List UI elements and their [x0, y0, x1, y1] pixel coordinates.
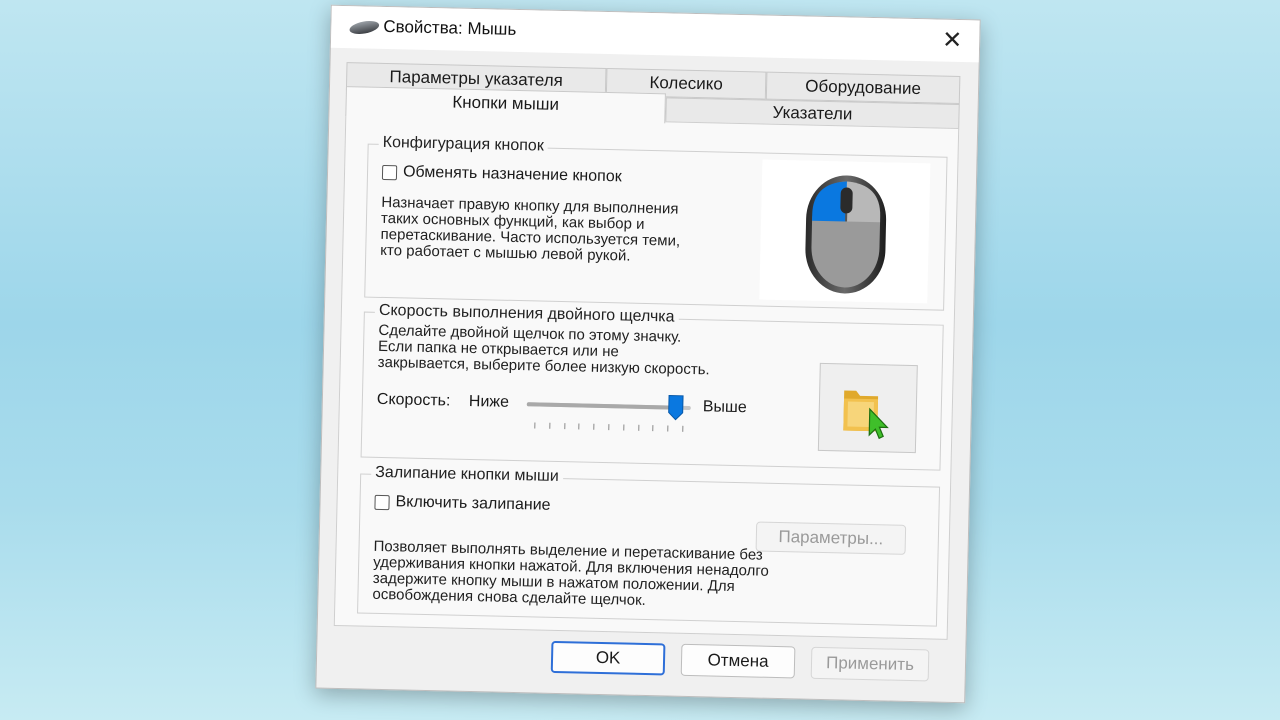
- slider-tick: [549, 422, 551, 429]
- checkbox-label: Включить залипание: [395, 493, 551, 514]
- folder-icon: [843, 390, 889, 440]
- tab-label: Колесико: [649, 72, 724, 94]
- mouse-properties-dialog: Свойства: Мышь ✕ Параметры указателя Кол…: [315, 4, 981, 704]
- mouse-icon: [805, 175, 887, 294]
- slider-tick: [563, 423, 566, 430]
- double-click-description: Сделайте двойной щелчок по этому значку.…: [378, 322, 711, 379]
- tab-label: Указатели: [772, 102, 853, 124]
- close-button[interactable]: ✕: [935, 23, 970, 58]
- tab-panel: Конфигурация кнопок Обменять назначение …: [333, 114, 960, 640]
- cancel-button[interactable]: Отмена: [680, 643, 796, 679]
- click-lock-settings-button[interactable]: Параметры...: [755, 521, 907, 555]
- group-legend: Конфигурация кнопок: [378, 133, 549, 156]
- apply-button[interactable]: Применить: [810, 646, 930, 682]
- fast-label: Выше: [702, 398, 747, 417]
- speed-label: Скорость:: [376, 390, 451, 410]
- group-legend: Залипание кнопки мыши: [371, 463, 563, 487]
- button-config-group: Конфигурация кнопок Обменять назначение …: [364, 133, 948, 311]
- tab-label: Кнопки мыши: [452, 92, 560, 114]
- slow-label: Ниже: [468, 392, 510, 411]
- slider-tick: [652, 425, 654, 432]
- cursor-icon: [868, 407, 889, 440]
- slider-tick: [682, 425, 684, 432]
- slider-tick: [637, 424, 639, 431]
- button-config-description: Назначает правую кнопку для выполнения т…: [380, 194, 681, 266]
- double-click-test-area[interactable]: [817, 362, 918, 454]
- mouse-icon: [348, 18, 381, 37]
- tab-label: Параметры указателя: [389, 67, 564, 90]
- window-title: Свойства: Мышь: [383, 16, 517, 39]
- checkbox-box[interactable]: [381, 164, 398, 180]
- slider-fill: [526, 402, 676, 410]
- speed-slider[interactable]: [526, 390, 691, 438]
- click-lock-group: Залипание кнопки мыши Включить залипание…: [357, 463, 941, 627]
- ok-button[interactable]: OK: [550, 640, 666, 676]
- slider-thumb[interactable]: [667, 394, 684, 421]
- checkbox-box[interactable]: [374, 494, 390, 510]
- title-bar[interactable]: Свойства: Мышь ✕: [330, 5, 980, 63]
- slider-tick: [578, 423, 580, 430]
- slider-tick: [534, 422, 536, 429]
- slider-tick: [608, 424, 610, 431]
- slider-thumb-shape: [667, 394, 684, 421]
- slider-track[interactable]: [526, 402, 691, 410]
- slider-tick: [667, 425, 669, 432]
- slider-ticks: [526, 422, 690, 434]
- enable-click-lock-checkbox[interactable]: Включить залипание: [374, 493, 551, 515]
- slider-tick: [623, 424, 625, 431]
- double-click-speed-group: Скорость выполнения двойного щелчка Сдел…: [360, 301, 944, 471]
- mouse-image: [759, 159, 931, 304]
- tab-label: Оборудование: [805, 76, 922, 99]
- checkbox-label: Обменять назначение кнопок: [402, 163, 622, 186]
- slider-tick: [593, 423, 595, 430]
- tab-hardware[interactable]: Оборудование: [765, 71, 961, 105]
- swap-buttons-checkbox[interactable]: Обменять назначение кнопок: [381, 163, 622, 186]
- click-lock-description: Позволяет выполнять выделение и перетаск…: [372, 538, 769, 612]
